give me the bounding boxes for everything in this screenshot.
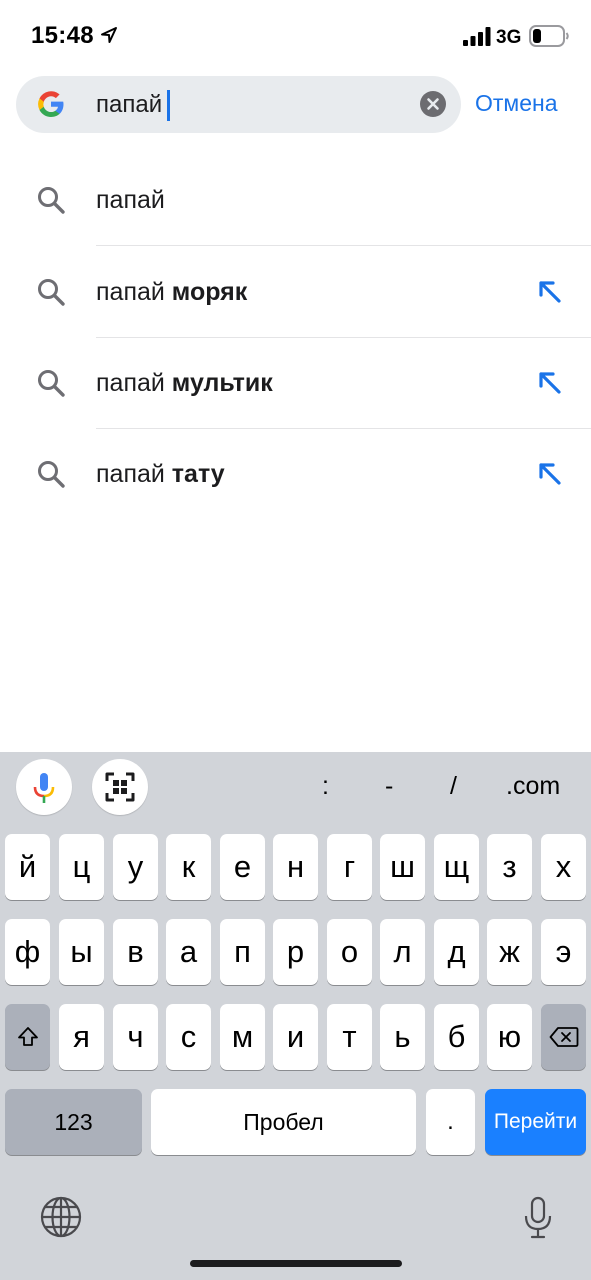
key[interactable]: и: [273, 1004, 318, 1070]
key[interactable]: б: [434, 1004, 479, 1070]
fill-query-arrow-icon[interactable]: [537, 370, 563, 396]
suggestion-prefix: папай: [96, 186, 165, 214]
key[interactable]: с: [166, 1004, 211, 1070]
signal-bars-icon: [463, 27, 491, 46]
status-bar: 15:48 3G: [0, 0, 591, 72]
key[interactable]: г: [327, 834, 372, 900]
shortcut-slash[interactable]: /: [450, 772, 457, 801]
suggestion-item[interactable]: папай: [0, 156, 591, 247]
status-time: 15:48: [31, 22, 94, 49]
key[interactable]: щ: [434, 834, 479, 900]
suggestion-completion: мультик: [171, 369, 273, 397]
key[interactable]: ч: [113, 1004, 158, 1070]
key[interactable]: я: [59, 1004, 104, 1070]
fill-query-arrow-icon[interactable]: [537, 461, 563, 487]
period-key[interactable]: .: [426, 1089, 475, 1155]
numbers-key[interactable]: 123: [5, 1089, 142, 1155]
shortcut-dotcom[interactable]: .com: [506, 772, 560, 801]
dictation-icon[interactable]: [522, 1196, 554, 1240]
key[interactable]: т: [327, 1004, 372, 1070]
key[interactable]: ш: [380, 834, 425, 900]
key[interactable]: ж: [487, 919, 532, 985]
key[interactable]: ь: [380, 1004, 425, 1070]
google-logo: [38, 91, 64, 117]
search-icon: [38, 461, 65, 488]
search-icon: [38, 370, 65, 397]
text-caret: [167, 89, 171, 121]
search-input-value: папай: [96, 91, 163, 118]
key[interactable]: л: [380, 919, 425, 985]
suggestion-prefix: папай: [96, 460, 172, 488]
suggestion-text: папай мультик: [96, 369, 273, 398]
search-input[interactable]: папай: [96, 88, 171, 122]
location-arrow-icon: [101, 27, 117, 43]
shift-icon: [17, 1027, 38, 1046]
key[interactable]: й: [5, 834, 50, 900]
clear-search-button[interactable]: [420, 91, 446, 117]
suggestion-completion: тату: [171, 460, 225, 488]
suggestion-prefix: папай: [96, 369, 172, 397]
key[interactable]: ю: [487, 1004, 532, 1070]
key[interactable]: э: [541, 919, 586, 985]
key[interactable]: ы: [59, 919, 104, 985]
search-icon: [38, 187, 65, 214]
voice-search-button[interactable]: [16, 759, 72, 815]
shortcut-dash[interactable]: -: [385, 772, 393, 801]
suggestion-item[interactable]: папай мультик: [0, 338, 591, 429]
key[interactable]: р: [273, 919, 318, 985]
backspace-icon: [549, 1027, 578, 1047]
suggestion-text: папай тату: [96, 460, 225, 489]
suggestion-text: папай моряк: [96, 278, 247, 307]
key[interactable]: н: [273, 834, 318, 900]
key[interactable]: о: [327, 919, 372, 985]
search-bar[interactable]: [16, 76, 461, 133]
battery-icon: [529, 25, 569, 47]
space-key[interactable]: Пробел: [151, 1089, 416, 1155]
key[interactable]: д: [434, 919, 479, 985]
cancel-button[interactable]: Отмена: [475, 90, 558, 117]
clear-icon: [427, 98, 439, 110]
key[interactable]: у: [113, 834, 158, 900]
globe-icon[interactable]: [39, 1195, 83, 1239]
fill-query-arrow-icon[interactable]: [537, 279, 563, 305]
key[interactable]: а: [166, 919, 211, 985]
search-icon: [38, 279, 65, 306]
go-key[interactable]: Перейти: [485, 1089, 586, 1155]
suggestion-item[interactable]: папай тату: [0, 429, 591, 520]
divider: [96, 245, 591, 246]
key[interactable]: з: [487, 834, 532, 900]
suggestion-text: папай: [96, 186, 165, 215]
key[interactable]: ф: [5, 919, 50, 985]
key[interactable]: ц: [59, 834, 104, 900]
key[interactable]: е: [220, 834, 265, 900]
lens-scan-button[interactable]: [92, 759, 148, 815]
suggestion-prefix: папай: [96, 278, 172, 306]
suggestion-completion: моряк: [171, 278, 248, 306]
shift-key[interactable]: [5, 1004, 50, 1070]
microphone-icon: [33, 773, 55, 803]
home-indicator[interactable]: [190, 1260, 402, 1267]
key[interactable]: в: [113, 919, 158, 985]
key[interactable]: п: [220, 919, 265, 985]
backspace-key[interactable]: [541, 1004, 586, 1070]
network-type: 3G: [496, 27, 522, 48]
qr-scan-icon: [105, 772, 135, 802]
key[interactable]: м: [220, 1004, 265, 1070]
shortcut-colon[interactable]: :: [322, 772, 329, 801]
suggestion-item[interactable]: папай моряк: [0, 247, 591, 338]
key[interactable]: к: [166, 834, 211, 900]
key[interactable]: х: [541, 834, 586, 900]
